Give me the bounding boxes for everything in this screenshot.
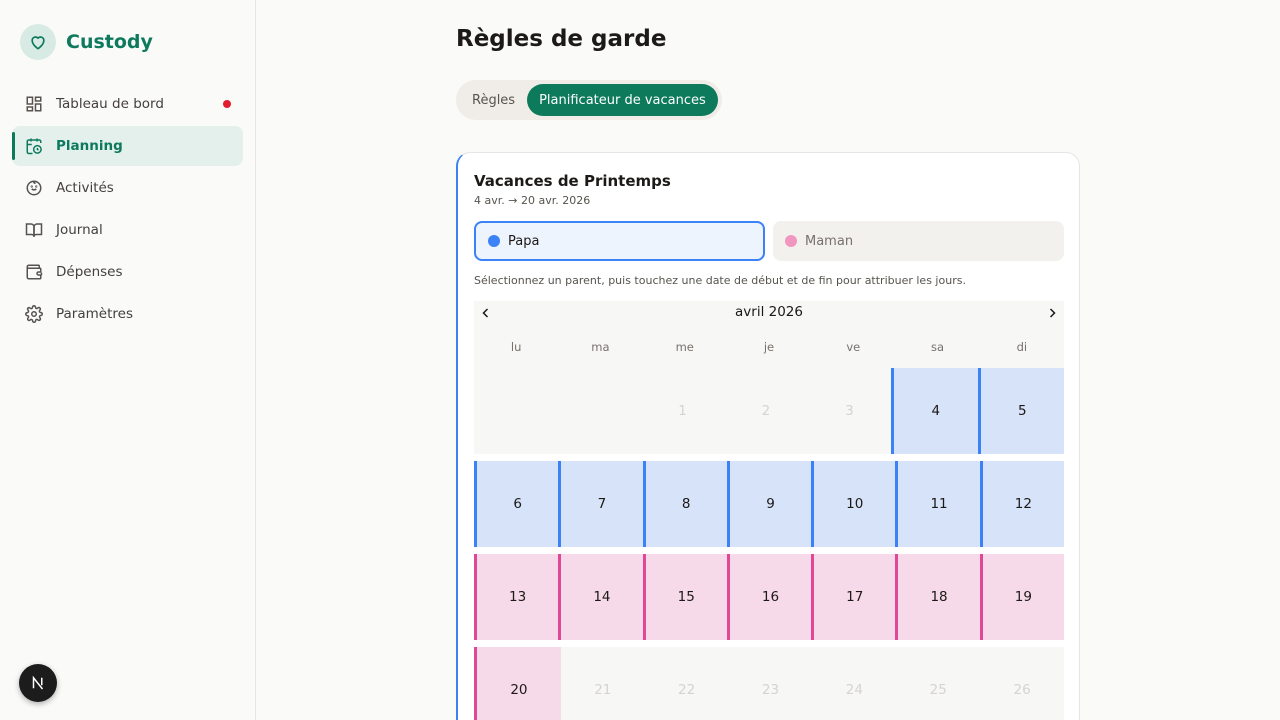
parent-select-papa[interactable]: Papa (474, 221, 765, 261)
calendar-day[interactable]: 16 (726, 554, 812, 640)
sidebar-item-expenses[interactable]: Dépenses (12, 252, 243, 292)
calendar-header: avril 2026 (474, 301, 1064, 325)
parent-color-dot (785, 235, 797, 247)
calendar-day-empty (474, 368, 557, 454)
weekday-label: ve (846, 339, 861, 354)
calendar-day[interactable]: 26 (980, 647, 1064, 720)
sidebar-item-label: Dépenses (56, 264, 123, 280)
baby-face-icon (24, 178, 44, 198)
weekday-label: sa (931, 339, 945, 354)
sidebar: Custody Tableau de bord Planning Activit… (0, 0, 256, 720)
calendar-day[interactable]: 24 (812, 647, 896, 720)
weekday-label: di (1016, 339, 1028, 354)
nextjs-logo-icon[interactable] (19, 664, 57, 702)
calendar-day[interactable]: 4 (891, 368, 978, 454)
calendar-day[interactable]: 18 (895, 554, 980, 640)
calendar-day[interactable]: 3 (808, 368, 891, 454)
weekday-label: lu (510, 339, 522, 354)
brand-name: Custody (66, 31, 153, 53)
calendar-day[interactable]: 11 (895, 461, 980, 547)
calendar-day[interactable]: 12 (979, 461, 1064, 547)
calendar-grid: 1 2 3 4 5 6 7 8 9 10 11 12 13 14 15 16 17 18 19 20 21 22 23 24 2… (474, 368, 1064, 720)
parent-color-dot (488, 235, 500, 247)
calendar-week: 6 7 8 9 10 11 12 (474, 461, 1064, 547)
calendar-day[interactable]: 6 (474, 461, 559, 547)
sidebar-item-planning[interactable]: Planning (12, 126, 243, 166)
calendar-day[interactable]: 19 (979, 554, 1064, 640)
view-tabs: Règles Planificateur de vacances (456, 80, 722, 120)
calendar-day[interactable]: 10 (811, 461, 896, 547)
calendar-clock-icon (24, 136, 44, 156)
calendar-day[interactable]: 15 (642, 554, 727, 640)
calendar-month: avril 2026 (735, 304, 803, 320)
calendar-day[interactable]: 13 (474, 554, 559, 640)
chevron-right-icon[interactable] (1042, 303, 1062, 323)
sidebar-nav: Tableau de bord Planning Activités Journ… (12, 84, 243, 336)
calendar-day[interactable]: 21 (561, 647, 645, 720)
vacation-card: Vacances de Printemps 4 avr. → 20 avr. 2… (456, 152, 1080, 720)
sidebar-item-label: Paramètres (56, 306, 133, 322)
calendar-day[interactable]: 25 (896, 647, 980, 720)
calendar-day[interactable]: 9 (726, 461, 812, 547)
calendar-day[interactable]: 7 (558, 461, 643, 547)
sidebar-item-label: Planning (56, 138, 123, 154)
brand[interactable]: Custody (20, 24, 153, 60)
calendar-day[interactable]: 5 (977, 368, 1064, 454)
instruction-text: Sélectionnez un parent, puis touchez une… (474, 274, 966, 287)
sidebar-item-dashboard[interactable]: Tableau de bord (12, 84, 243, 124)
calendar-day[interactable]: 14 (558, 554, 643, 640)
tab-vacation-planner[interactable]: Planificateur de vacances (527, 84, 718, 116)
calendar-week: 12345 (474, 368, 1064, 454)
vacation-title: Vacances de Printemps (474, 172, 671, 190)
calendar-day-empty (557, 368, 640, 454)
weekday-label: ma (591, 339, 610, 354)
sidebar-item-label: Activités (56, 180, 114, 196)
sidebar-item-settings[interactable]: Paramètres (12, 294, 243, 334)
sidebar-item-label: Journal (56, 222, 103, 238)
calendar-day[interactable]: 2 (724, 368, 807, 454)
calendar-day[interactable]: 23 (729, 647, 813, 720)
calendar-week: 20 21 22 23 24 25 26 (474, 647, 1064, 720)
parent-label: Papa (508, 233, 540, 249)
tab-rules[interactable]: Règles (460, 84, 527, 116)
notification-dot (223, 100, 231, 108)
wallet-icon (24, 262, 44, 282)
dashboard-icon (24, 94, 44, 114)
heart-icon (20, 24, 56, 60)
sidebar-item-label: Tableau de bord (56, 96, 164, 112)
weekday-row: lu ma me je ve sa di (474, 325, 1064, 368)
weekday-label: me (675, 339, 694, 354)
vacation-dates: 4 avr. → 20 avr. 2026 (474, 194, 591, 207)
calendar-day[interactable]: 8 (642, 461, 727, 547)
calendar-day[interactable]: 17 (811, 554, 896, 640)
calendar-week: 13 14 15 16 17 18 19 (474, 554, 1064, 640)
book-open-icon (24, 220, 44, 240)
weekday-label: je (763, 339, 775, 354)
sidebar-item-activities[interactable]: Activités (12, 168, 243, 208)
gear-icon (24, 304, 44, 324)
calendar: avril 2026 lu ma me je ve sa di 12345678… (474, 301, 1064, 720)
parent-label: Maman (805, 233, 854, 249)
calendar-day[interactable]: 22 (645, 647, 729, 720)
sidebar-item-journal[interactable]: Journal (12, 210, 243, 250)
parent-select-maman[interactable]: Maman (773, 221, 1064, 261)
calendar-day[interactable]: 1 (641, 368, 724, 454)
calendar-day[interactable]: 20 (474, 647, 561, 720)
page-title: Règles de garde (456, 26, 667, 52)
